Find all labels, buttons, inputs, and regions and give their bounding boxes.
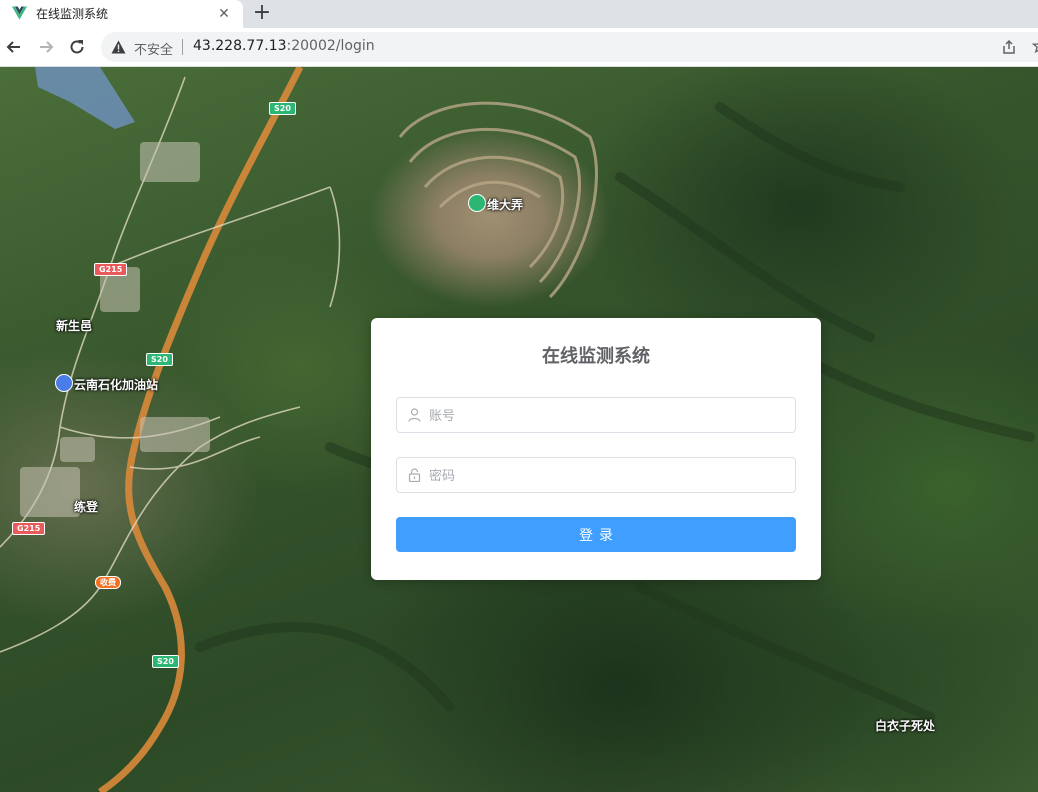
toll-marker: 收费 (95, 576, 121, 589)
url-host: 43.228.77.13 (193, 38, 287, 54)
vue-logo-icon (12, 6, 27, 20)
username-input[interactable] (427, 398, 791, 434)
share-icon[interactable] (1001, 39, 1017, 55)
road-shield-s20: S20 (146, 353, 173, 366)
user-icon (408, 408, 421, 422)
address-bar[interactable]: 不安全 43.228.77.13:20002/login (101, 32, 1038, 62)
close-tab-icon[interactable]: ✕ (216, 6, 232, 22)
address-divider (182, 39, 183, 55)
tab-title: 在线监测系统 (36, 7, 109, 21)
browser-tab[interactable]: 在线监测系统 ✕ (0, 0, 243, 28)
road-shield-s20: S20 (269, 102, 296, 115)
back-arrow-icon[interactable] (4, 37, 24, 57)
login-form: 在线监测系统 登录 (371, 318, 821, 580)
bookmark-star-icon[interactable] (1032, 38, 1038, 54)
map-label-weidanong[interactable]: 维大弄 (487, 196, 523, 213)
not-secure-label[interactable]: 不安全 (134, 39, 173, 58)
gas-station-icon[interactable] (55, 374, 73, 392)
login-title: 在线监测系统 (542, 346, 650, 367)
map-label-liandeng[interactable]: 练登 (74, 498, 98, 515)
warning-icon[interactable] (111, 40, 126, 54)
road-shield-s20: S20 (152, 655, 179, 668)
username-field[interactable] (396, 397, 796, 434)
mountain-poi-icon[interactable] (468, 194, 486, 212)
map-label-gas-station[interactable]: 云南石化加油站 (74, 376, 158, 393)
url-path: :20002/login (286, 38, 375, 54)
browser-tab-bar: 在线监测系统 ✕ + (0, 0, 1038, 28)
map-label-baiyizi[interactable]: 白衣子死处 (875, 717, 935, 734)
map-label-xinshengyi[interactable]: 新生邑 (56, 317, 92, 334)
login-button[interactable]: 登录 (396, 517, 796, 552)
url-text[interactable]: 43.228.77.13:20002/login (193, 38, 375, 54)
password-input[interactable] (427, 458, 791, 494)
lock-icon (408, 468, 421, 482)
road-shield-g215: G215 (12, 522, 46, 535)
road-shield-g215: G215 (94, 263, 128, 276)
reload-icon[interactable] (67, 37, 87, 57)
password-field[interactable] (396, 457, 796, 494)
browser-toolbar: 不安全 43.228.77.13:20002/login (0, 28, 1038, 67)
new-tab-button[interactable]: + (251, 2, 273, 24)
forward-arrow-icon[interactable] (36, 37, 56, 57)
